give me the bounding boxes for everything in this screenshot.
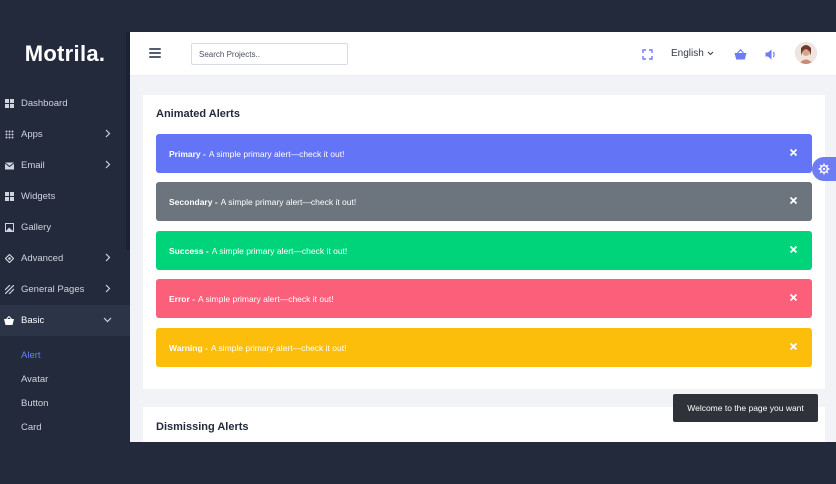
sidebar-item-basic[interactable]: Basic — [0, 305, 130, 336]
card-title: Dismissing Alerts — [156, 421, 249, 433]
sidebar-menu: Dashboard Apps Email Widgets Gallery Adv… — [0, 88, 130, 336]
sidebar-item-advanced[interactable]: Advanced — [0, 243, 130, 274]
sidebar-item-label: Basic — [21, 315, 45, 326]
fullscreen-icon[interactable] — [640, 47, 654, 61]
card-title: Animated Alerts — [156, 108, 240, 120]
sidebar-item-apps[interactable]: Apps — [0, 119, 130, 150]
sidebar-item-label: General Pages — [21, 284, 85, 295]
alert-strong: Success - — [169, 245, 209, 256]
sidebar-item-general-pages[interactable]: General Pages — [0, 274, 130, 305]
submenu-item-alert[interactable]: Alert — [0, 343, 130, 367]
gallery-icon — [4, 223, 14, 233]
sidebar-item-label: Widgets — [21, 191, 56, 202]
sidebar-item-widgets[interactable]: Widgets — [0, 181, 130, 212]
chevron-right-icon — [105, 129, 111, 138]
alert-strong: Primary - — [169, 148, 206, 159]
search-input[interactable] — [191, 43, 348, 65]
language-selector[interactable]: English — [671, 48, 714, 59]
close-icon[interactable] — [789, 342, 798, 351]
alert-text: A simple primary alert—check it out! — [210, 342, 347, 353]
basket-icon[interactable] — [733, 47, 747, 61]
apps-icon — [4, 130, 14, 140]
close-icon[interactable] — [789, 293, 798, 302]
submenu-item-avatar[interactable]: Avatar — [0, 367, 130, 391]
sidebar-item-dashboard[interactable]: Dashboard — [0, 88, 130, 119]
advanced-icon — [4, 254, 14, 264]
chevron-down-icon — [707, 51, 714, 56]
alert-strong: Error - — [169, 293, 195, 304]
toast-notification: Welcome to the page you want — [673, 394, 818, 422]
chevron-down-icon — [103, 317, 112, 323]
basic-icon — [4, 316, 14, 326]
alert-text: A simple primary alert—check it out! — [208, 148, 345, 159]
alert-primary: Primary - A simple primary alert—check i… — [156, 134, 812, 173]
alert-text: A simple primary alert—check it out! — [197, 293, 334, 304]
email-icon — [4, 161, 14, 171]
alert-error: Error - A simple primary alert—check it … — [156, 279, 812, 318]
pages-icon — [4, 285, 14, 295]
alert-text: A simple primary alert—check it out! — [211, 245, 348, 256]
basic-submenu: Alert Avatar Button Card — [0, 343, 130, 439]
speaker-icon[interactable] — [764, 47, 778, 61]
sidebar-item-label: Email — [21, 160, 45, 171]
chevron-right-icon — [105, 284, 111, 293]
app-window: Motrila. Dashboard Apps Email Widgets Ga… — [0, 32, 836, 442]
close-icon[interactable] — [789, 196, 798, 205]
gear-icon — [818, 163, 830, 175]
sidebar-item-label: Apps — [21, 129, 43, 140]
language-label: English — [671, 48, 704, 59]
widgets-icon — [4, 192, 14, 202]
dashboard-icon — [4, 99, 14, 109]
sidebar-item-label: Dashboard — [21, 98, 68, 109]
brand-logo[interactable]: Motrila. — [0, 32, 130, 76]
alert-success: Success - A simple primary alert—check i… — [156, 231, 812, 270]
submenu-item-card[interactable]: Card — [0, 415, 130, 439]
close-icon[interactable] — [789, 245, 798, 254]
sidebar-item-label: Gallery — [21, 222, 52, 233]
sidebar-item-gallery[interactable]: Gallery — [0, 212, 130, 243]
user-avatar[interactable] — [795, 42, 817, 64]
settings-tab[interactable] — [812, 157, 836, 181]
sidebar-item-email[interactable]: Email — [0, 150, 130, 181]
top-header: English — [130, 32, 836, 76]
animated-alerts-card: Animated Alerts Primary - A simple prima… — [143, 95, 825, 389]
alert-strong: Secondary - — [169, 196, 218, 207]
sidebar-item-label: Advanced — [21, 253, 64, 264]
menu-toggle-icon[interactable] — [149, 48, 161, 58]
alert-secondary: Secondary - A simple primary alert—check… — [156, 182, 812, 221]
sidebar: Motrila. Dashboard Apps Email Widgets Ga… — [0, 32, 130, 442]
close-icon[interactable] — [789, 148, 798, 157]
chevron-right-icon — [105, 253, 111, 262]
submenu-item-button[interactable]: Button — [0, 391, 130, 415]
alert-text: A simple primary alert—check it out! — [220, 196, 357, 207]
alert-warning: Warning - A simple primary alert—check i… — [156, 328, 812, 367]
alert-strong: Warning - — [169, 342, 208, 353]
chevron-right-icon — [105, 160, 111, 169]
